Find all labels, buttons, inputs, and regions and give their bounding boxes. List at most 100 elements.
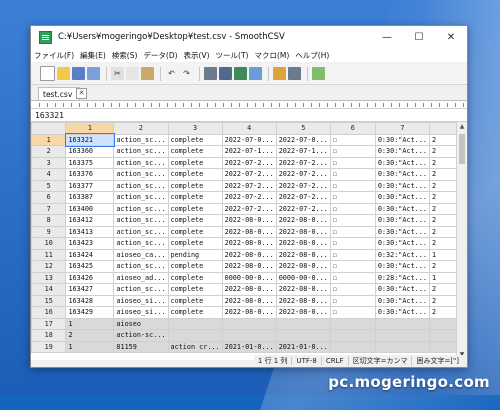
table-cell[interactable]: action cr... xyxy=(167,340,223,353)
table-cell[interactable]: 2022-07-2... xyxy=(275,179,331,192)
table-cell[interactable]: ☐ xyxy=(329,156,376,169)
row-number[interactable]: 10 xyxy=(31,237,67,250)
table-cell[interactable]: action_sc... xyxy=(113,283,169,296)
table-cell[interactable]: ☐ xyxy=(329,306,376,319)
table-cell[interactable]: 2022-07-2... xyxy=(275,202,331,215)
table-row[interactable]: 10 163423 action_sc... complete 2022-08-0...… xyxy=(31,237,457,250)
table-cell[interactable]: ☐ xyxy=(329,145,376,158)
table-cell[interactable]: 2022-07-2... xyxy=(221,156,277,169)
table-cell[interactable]: complete xyxy=(167,214,223,227)
tab-test-csv[interactable]: test.csv xyxy=(38,87,80,100)
menu-search[interactable]: 検索(S) xyxy=(109,50,141,61)
table-row[interactable]: 14 163427 action_sc... complete 2022-08-0...… xyxy=(31,283,457,296)
table-cell[interactable]: 163426 xyxy=(65,271,115,284)
tab-close-icon[interactable]: ✕ xyxy=(76,88,87,99)
table-cell[interactable]: 163400 xyxy=(65,202,115,215)
table-cell[interactable]: ☐ xyxy=(329,271,376,284)
scroll-thumb[interactable] xyxy=(459,134,465,164)
table-cell[interactable] xyxy=(275,329,331,342)
table-row[interactable]: 9 163413 action_sc... complete 2022-08-0... 2… xyxy=(31,225,457,238)
undo-icon[interactable]: ↶ xyxy=(165,67,178,80)
table-cell[interactable]: 0:30:"Act... xyxy=(374,294,430,307)
table-cell[interactable]: 163375 xyxy=(65,156,115,169)
table-cell[interactable]: 2 xyxy=(428,237,457,250)
menu-tools[interactable]: ツール(T) xyxy=(213,50,252,61)
table-cell[interactable] xyxy=(428,340,457,353)
table-cell[interactable]: 2 xyxy=(428,306,457,319)
table-cell[interactable]: 2022-07-2... xyxy=(275,156,331,169)
table-cell[interactable]: action_sc... xyxy=(113,237,169,250)
table-cell[interactable]: 0:30:"Act... xyxy=(374,156,430,169)
data-grid[interactable]: 1 2 3 4 5 6 7 1 163321 action_sc... complet… xyxy=(31,122,457,360)
table-cell[interactable]: 1 xyxy=(428,271,457,284)
table-cell[interactable]: 0:30:"Act... xyxy=(374,306,430,319)
cut-icon[interactable]: ✂ xyxy=(111,67,124,80)
table-cell[interactable]: 0:28:"Act... xyxy=(374,271,430,284)
table-cell[interactable]: 2022-07-2... xyxy=(221,179,277,192)
table-cell[interactable] xyxy=(329,329,376,342)
table-cell[interactable]: 2022-08-0... xyxy=(275,306,331,319)
table-row[interactable]: 6 163387 action_sc... complete 2022-07-2... 2… xyxy=(31,191,457,204)
menu-view[interactable]: 表示(V) xyxy=(181,50,213,61)
table-cell[interactable] xyxy=(275,317,331,330)
table-row[interactable]: 5 163377 action_sc... complete 2022-07-2... 2… xyxy=(31,179,457,192)
table-cell[interactable]: 2 xyxy=(65,329,115,342)
paste-icon[interactable] xyxy=(141,67,154,80)
table-cell[interactable]: complete xyxy=(167,294,223,307)
table-row[interactable]: 12 163425 action_sc... complete 2022-08-0...… xyxy=(31,260,457,273)
table-row[interactable]: 17 1 aioseo xyxy=(31,317,457,330)
table-cell[interactable] xyxy=(374,329,430,342)
cell-value-bar[interactable]: 163321 xyxy=(31,109,467,122)
table-cell[interactable]: 163376 xyxy=(65,168,115,181)
column-header[interactable]: 1 xyxy=(65,122,115,135)
table-cell[interactable]: 2 xyxy=(428,156,457,169)
column-header[interactable]: 3 xyxy=(167,122,223,135)
table-cell[interactable]: 2022-08-0... xyxy=(275,294,331,307)
table-cell[interactable]: 0:30:"Act... xyxy=(374,168,430,181)
table-cell[interactable]: 2022-08-0... xyxy=(275,214,331,227)
table-cell[interactable]: 2 xyxy=(428,214,457,227)
status-quote[interactable]: 囲み文字=["] xyxy=(411,356,463,366)
table-cell[interactable]: 163428 xyxy=(65,294,115,307)
open-folder-icon[interactable] xyxy=(57,67,70,80)
menu-data[interactable]: データ(D) xyxy=(140,50,180,61)
table-cell[interactable]: ☐ xyxy=(329,191,376,204)
table-cell[interactable]: complete xyxy=(167,202,223,215)
table-cell[interactable]: 163360 xyxy=(65,145,115,158)
table-cell[interactable]: ☐ xyxy=(329,133,376,146)
table-cell[interactable]: action_sc... xyxy=(113,168,169,181)
table-cell[interactable]: 163429 xyxy=(65,306,115,319)
table-row[interactable]: 7 163400 action_sc... complete 2022-07-2... 2… xyxy=(31,202,457,215)
table-cell[interactable]: 0:30:"Act... xyxy=(374,237,430,250)
table-cell[interactable]: 2022-08-0... xyxy=(221,294,277,307)
save-icon[interactable] xyxy=(72,67,85,80)
table-cell[interactable]: 0:30:"Act... xyxy=(374,202,430,215)
table-cell[interactable]: 2022-08-0... xyxy=(275,237,331,250)
table-cell[interactable]: action_sc... xyxy=(113,225,169,238)
table-cell[interactable]: 1 xyxy=(65,317,115,330)
save-all-icon[interactable] xyxy=(87,67,100,80)
table-cell[interactable]: complete xyxy=(167,260,223,273)
table-cell[interactable]: 2022-07-0... xyxy=(275,133,331,146)
table-cell[interactable]: 163425 xyxy=(65,260,115,273)
table-cell[interactable]: 2022-08-0... xyxy=(221,214,277,227)
table-cell[interactable]: 2022-07-2... xyxy=(275,168,331,181)
table-cell[interactable]: 0:30:"Act... xyxy=(374,133,430,146)
table-row[interactable]: 11 163424 aioseo_ca... pending 2022-08-0... 2… xyxy=(31,248,457,261)
row-number[interactable]: 14 xyxy=(31,283,67,296)
table-cell[interactable] xyxy=(428,317,457,330)
row-number[interactable]: 6 xyxy=(31,191,67,204)
status-delimiter[interactable]: 区切文字=カンマ xyxy=(347,356,412,366)
table-cell[interactable]: action_sc... xyxy=(113,260,169,273)
row-number[interactable]: 9 xyxy=(31,225,67,238)
row-number[interactable]: 13 xyxy=(31,271,67,284)
tag-icon[interactable] xyxy=(312,67,325,80)
table-cell[interactable]: 2022-08-0... xyxy=(221,248,277,261)
table-cell[interactable] xyxy=(374,340,430,353)
table-cell[interactable]: 0:30:"Act... xyxy=(374,179,430,192)
copy-icon[interactable] xyxy=(126,67,139,80)
row-number[interactable]: 4 xyxy=(31,168,67,181)
table-cell[interactable]: ☐ xyxy=(329,248,376,261)
menu-help[interactable]: ヘルプ(H) xyxy=(292,50,332,61)
table-cell[interactable] xyxy=(221,329,277,342)
